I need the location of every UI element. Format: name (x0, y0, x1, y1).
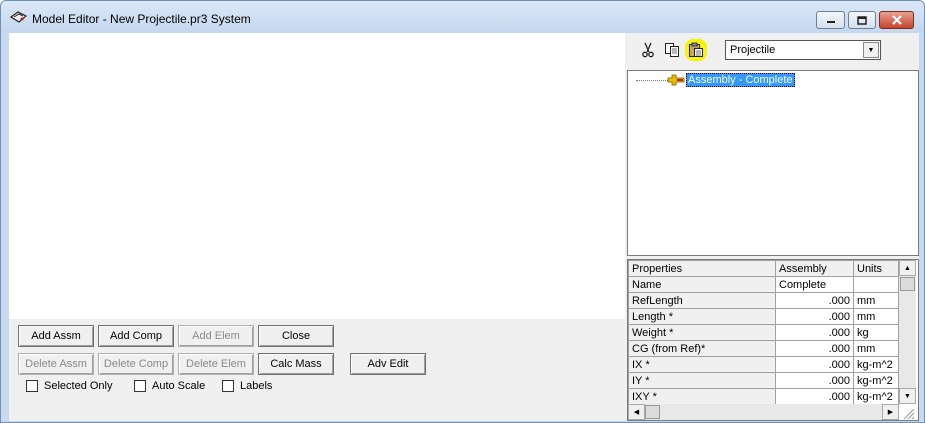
property-name: IY * (628, 372, 776, 389)
minimize-button[interactable] (816, 11, 845, 29)
cut-button[interactable] (637, 39, 659, 61)
property-unit: kg-m^2 (853, 388, 899, 405)
property-name: RefLength (628, 292, 776, 309)
adv-edit-label: Adv Edit (367, 358, 409, 370)
adv-edit-button[interactable]: Adv Edit (350, 353, 426, 375)
close-window-button[interactable] (879, 11, 914, 29)
add-comp-label: Add Comp (110, 330, 162, 342)
labels-label: Labels (240, 380, 273, 392)
paste-icon (689, 42, 703, 57)
maximize-button[interactable] (848, 11, 876, 29)
calc-mass-button[interactable]: Calc Mass (258, 353, 334, 375)
selected-only-label: Selected Only (44, 380, 113, 392)
app-icon (10, 11, 27, 23)
paste-button[interactable] (685, 39, 707, 61)
delete-assm-button[interactable]: Delete Assm (18, 353, 94, 375)
model-canvas[interactable] (9, 33, 625, 319)
property-unit: kg-m^2 (853, 372, 899, 389)
property-name: Length * (628, 308, 776, 325)
object-type-dropdown[interactable]: Projectile ▼ (725, 40, 881, 60)
table-row[interactable]: IXY * .000 kg-m^2 (628, 388, 899, 405)
table-row[interactable]: RefLength .000 mm (628, 292, 899, 309)
property-value[interactable]: .000 (775, 308, 854, 325)
auto-scale-label: Auto Scale (152, 380, 206, 392)
auto-scale-box[interactable] (134, 380, 146, 392)
property-unit: mm (853, 292, 899, 309)
model-editor-window: Model Editor - New Projectile.pr3 System… (0, 0, 925, 423)
resize-grip-icon[interactable] (901, 406, 915, 420)
property-unit: mm (853, 308, 899, 325)
property-value[interactable]: .000 (775, 356, 854, 373)
table-row[interactable]: IX * .000 kg-m^2 (628, 356, 899, 373)
property-unit: mm (853, 340, 899, 357)
cut-icon (642, 42, 654, 58)
calc-mass-label: Calc Mass (270, 358, 322, 370)
property-value[interactable]: .000 (775, 292, 854, 309)
vertical-scrollbar[interactable]: ▲ ▼ (899, 260, 916, 404)
property-name: IXY * (628, 388, 776, 405)
table-row[interactable]: Name Complete (628, 276, 899, 293)
scroll-up-icon[interactable]: ▲ (899, 260, 916, 276)
delete-assm-label: Delete Assm (25, 358, 87, 370)
property-unit: kg-m^2 (853, 356, 899, 373)
labels-checkbox[interactable]: Labels (222, 379, 272, 393)
close-label: Close (281, 330, 311, 342)
horizontal-scrollbar[interactable]: ◀ ▶ (628, 404, 899, 420)
window-title: Model Editor - New Projectile.pr3 System (32, 12, 251, 26)
properties-grid: Properties Assembly Units Name Complete … (627, 259, 919, 421)
property-value[interactable]: .000 (775, 388, 854, 405)
minimize-icon (817, 12, 844, 28)
property-name: IX * (628, 356, 776, 373)
copy-icon (665, 43, 679, 57)
title-bar[interactable]: Model Editor - New Projectile.pr3 System (1, 1, 924, 33)
right-pane: Projectile ▼ Assembly - Complete Propert… (625, 33, 919, 421)
close-button[interactable]: Close (258, 325, 334, 347)
table-header-row: Properties Assembly Units (628, 260, 899, 277)
table-row[interactable]: Weight * .000 kg (628, 324, 899, 341)
table-row[interactable]: CG (from Ref)* .000 mm (628, 340, 899, 357)
properties-table: Properties Assembly Units Name Complete … (628, 260, 899, 405)
add-comp-button[interactable]: Add Comp (98, 325, 174, 347)
table-row[interactable]: Length * .000 mm (628, 308, 899, 325)
header-units[interactable]: Units (853, 260, 899, 277)
chevron-down-icon[interactable]: ▼ (863, 42, 879, 58)
horizontal-scroll-thumb[interactable] (645, 405, 660, 419)
property-name: Weight * (628, 324, 776, 341)
assembly-icon (667, 74, 685, 86)
close-icon (880, 12, 913, 28)
copy-button[interactable] (661, 39, 683, 61)
add-assm-button[interactable]: Add Assm (18, 325, 94, 347)
scroll-right-icon[interactable]: ▶ (882, 404, 899, 420)
dropdown-value: Projectile (730, 44, 776, 56)
property-value[interactable]: .000 (775, 340, 854, 357)
labels-box[interactable] (222, 380, 234, 392)
assembly-tree[interactable]: Assembly - Complete (627, 70, 919, 256)
property-unit (853, 276, 899, 293)
delete-elem-label: Delete Elem (186, 358, 246, 370)
tree-item-assembly[interactable]: Assembly - Complete (686, 73, 795, 87)
add-elem-label: Add Elem (192, 330, 240, 342)
scroll-left-icon[interactable]: ◀ (628, 404, 645, 420)
delete-comp-label: Delete Comp (103, 358, 169, 370)
vertical-scroll-thumb[interactable] (900, 277, 915, 291)
delete-elem-button[interactable]: Delete Elem (178, 353, 254, 375)
property-name: Name (628, 276, 776, 293)
selected-only-checkbox[interactable]: Selected Only (26, 379, 112, 393)
property-value[interactable]: Complete (775, 276, 854, 293)
maximize-icon (849, 12, 875, 28)
property-unit: kg (853, 324, 899, 341)
add-assm-label: Add Assm (31, 330, 81, 342)
auto-scale-checkbox[interactable]: Auto Scale (134, 379, 205, 393)
property-value[interactable]: .000 (775, 372, 854, 389)
selected-only-box[interactable] (26, 380, 38, 392)
property-value[interactable]: .000 (775, 324, 854, 341)
scroll-down-icon[interactable]: ▼ (899, 388, 916, 404)
header-properties[interactable]: Properties (628, 260, 776, 277)
delete-comp-button[interactable]: Delete Comp (98, 353, 174, 375)
client-area: Add Assm Add Comp Add Elem Close Delete … (9, 33, 919, 421)
table-row[interactable]: IY * .000 kg-m^2 (628, 372, 899, 389)
add-elem-button[interactable]: Add Elem (178, 325, 254, 347)
header-assembly[interactable]: Assembly (775, 260, 854, 277)
property-name: CG (from Ref)* (628, 340, 776, 357)
